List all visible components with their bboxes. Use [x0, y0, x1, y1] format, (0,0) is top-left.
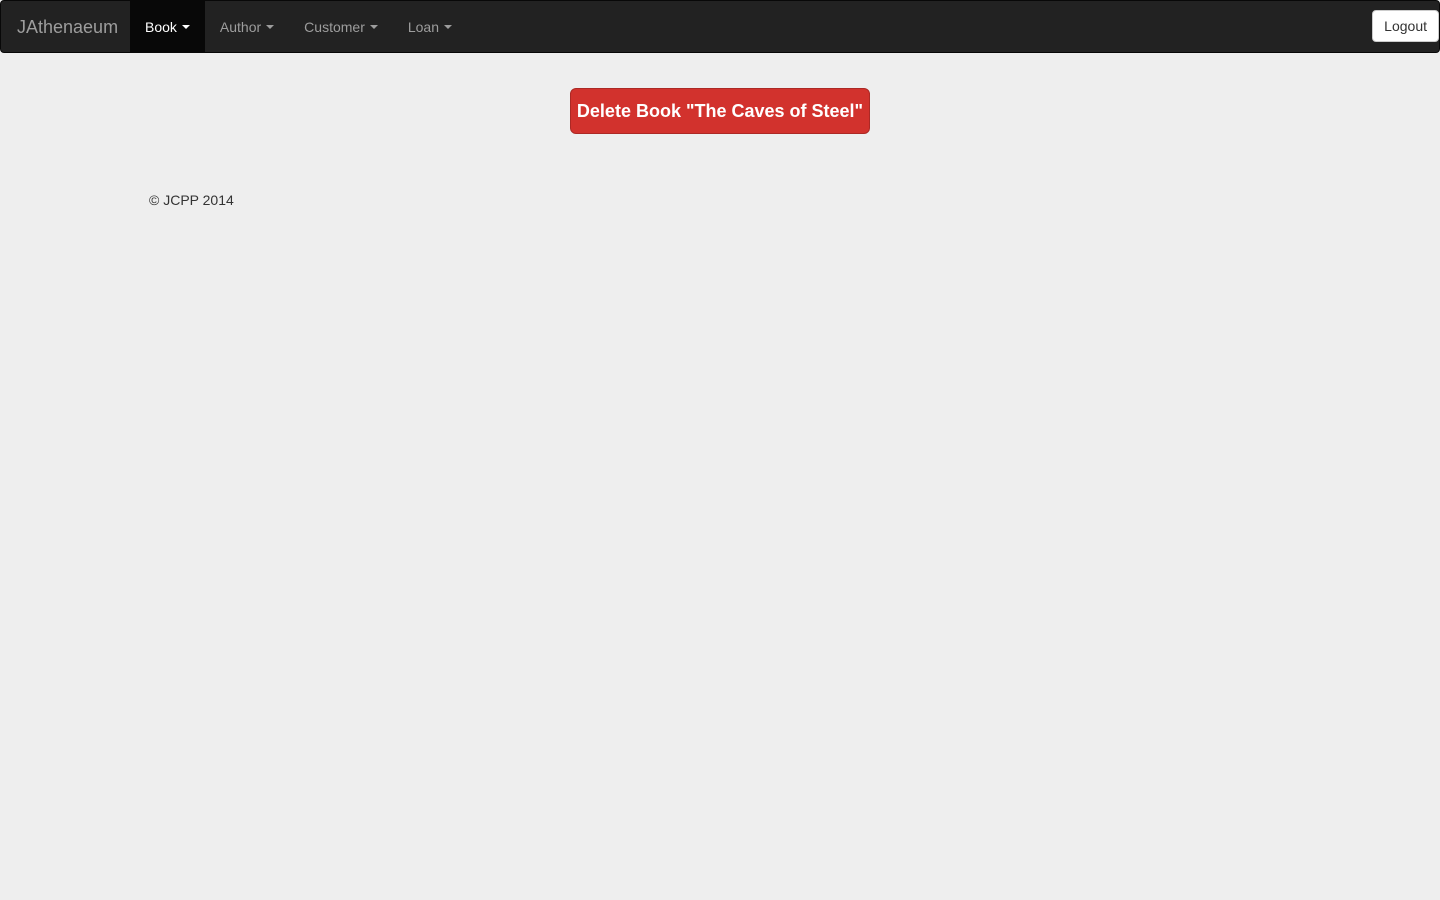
main-nav: Book Author Customer Loan	[130, 1, 467, 52]
top-navbar: JAthenaeum Book Author Customer Loan Log…	[0, 0, 1440, 53]
delete-book-button[interactable]: Delete Book "The Caves of Steel"	[570, 88, 870, 134]
caret-down-icon	[266, 25, 275, 29]
nav-item-label: Customer	[304, 18, 365, 35]
nav-item-label: Loan	[407, 18, 440, 35]
caret-down-icon	[181, 25, 190, 29]
nav-item-author[interactable]: Author	[205, 1, 289, 52]
brand-link[interactable]: JAthenaeum	[17, 1, 118, 52]
nav-item-loan[interactable]: Loan	[393, 1, 467, 52]
caret-down-icon	[369, 25, 378, 29]
nav-item-customer[interactable]: Customer	[289, 1, 393, 52]
nav-item-book[interactable]: Book	[130, 1, 205, 52]
caret-down-icon	[444, 25, 453, 29]
nav-item-label: Book	[145, 18, 177, 35]
footer-copyright: © JCPP 2014	[149, 192, 234, 208]
logout-button[interactable]: Logout	[1372, 10, 1439, 42]
nav-item-label: Author	[219, 18, 262, 35]
